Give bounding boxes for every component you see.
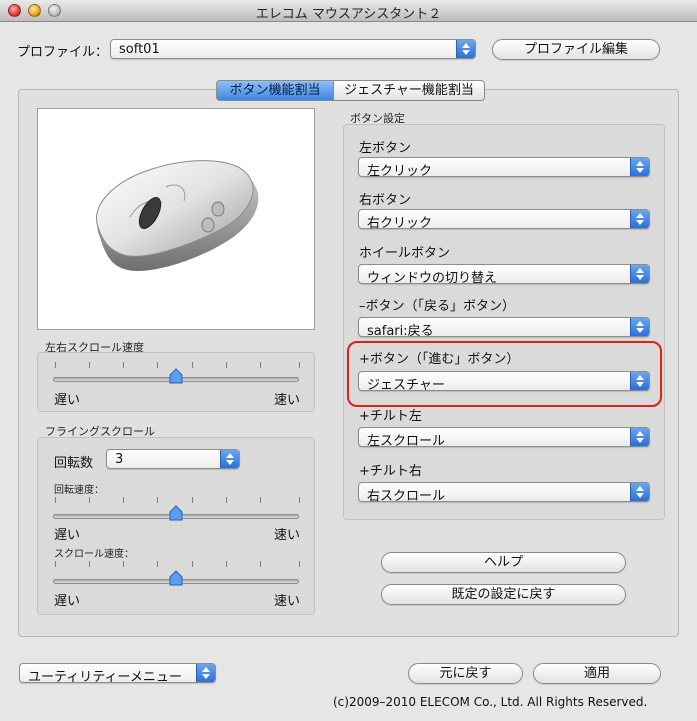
rotation-speed-fast-label: 速い <box>274 528 301 543</box>
utility-menu-select[interactable]: ユーティリティーメニュー <box>19 663 216 685</box>
select-arrows-icon <box>630 428 649 446</box>
restore-defaults-button[interactable]: 既定の設定に戻す <box>381 584 626 605</box>
tab-gesture-assignment[interactable]: ジェスチャー機能割当 <box>333 80 485 101</box>
back-button-value: safari:戻る <box>367 324 434 339</box>
rotation-select-value: 3 <box>115 452 124 467</box>
mouse-image-panel <box>37 108 315 330</box>
wheel-button-value: ウィンドウの切り替え <box>367 271 498 286</box>
scroll-speed-slow-label: 遅い <box>54 594 81 609</box>
window-title: エレコム マウスアシスタント２ <box>255 7 442 22</box>
horizontal-scroll-fast-label: 速い <box>274 393 301 408</box>
copyright-text: (c)2009–2010 ELECOM Co., Ltd. All Rights… <box>333 695 648 709</box>
scroll-speed-ticks <box>55 561 300 567</box>
select-arrows-icon <box>630 158 649 176</box>
tilt-left-select[interactable]: 左スクロール <box>358 427 650 449</box>
profile-edit-button[interactable]: プロファイル編集 <box>492 39 660 60</box>
revert-button[interactable]: 元に戻す <box>408 663 523 684</box>
tilt-right-select[interactable]: 右スクロール <box>358 482 650 504</box>
back-button-label: –ボタン（「戻る」ボタン） <box>359 299 516 314</box>
title-bar[interactable]: エレコム マウスアシスタント２ <box>0 0 697 22</box>
select-arrows-icon <box>456 40 475 58</box>
select-arrows-icon <box>630 210 649 228</box>
utility-menu-value: ユーティリティーメニュー <box>28 670 182 685</box>
right-button-value: 右クリック <box>367 216 433 231</box>
apply-button[interactable]: 適用 <box>533 663 661 684</box>
rotation-speed-slow-label: 遅い <box>54 528 81 543</box>
scroll-speed-thumb[interactable] <box>169 570 183 586</box>
select-arrows-icon <box>630 265 649 283</box>
back-button-select[interactable]: safari:戻る <box>358 317 650 339</box>
right-button-label: 右ボタン <box>359 193 412 208</box>
tilt-right-value: 右スクロール <box>367 489 446 504</box>
tilt-left-label: +チルト左 <box>359 409 422 424</box>
forward-button-highlight <box>347 341 662 407</box>
tilt-left-value: 左スクロール <box>367 434 446 449</box>
wheel-button-label: ホイールボタン <box>359 246 451 261</box>
scroll-speed-label: スクロール速度： <box>54 549 134 560</box>
profile-select-value: soft01 <box>119 42 160 57</box>
horizontal-scroll-thumb[interactable] <box>169 368 183 384</box>
rotation-speed-ticks <box>55 497 300 503</box>
select-arrows-icon <box>630 318 649 336</box>
rotation-select[interactable]: 3 <box>106 449 240 469</box>
scroll-speed-fast-label: 速い <box>274 594 301 609</box>
help-button[interactable]: ヘルプ <box>381 552 626 573</box>
wheel-button-select[interactable]: ウィンドウの切り替え <box>358 264 650 286</box>
rotation-speed-thumb[interactable] <box>169 505 183 521</box>
tab-button-assignment[interactable]: ボタン機能割当 <box>216 80 334 101</box>
select-arrows-icon <box>630 483 649 501</box>
left-button-label: 左ボタン <box>359 141 412 156</box>
profile-select[interactable]: soft01 <box>110 39 476 59</box>
right-button-select[interactable]: 右クリック <box>358 209 650 231</box>
rotation-label: 回転数 <box>54 456 94 471</box>
select-arrows-icon <box>196 664 215 682</box>
left-button-value: 左クリック <box>367 164 433 179</box>
select-arrows-icon <box>220 450 239 468</box>
mouse-illustration <box>96 160 259 271</box>
rotation-speed-label: 回転速度： <box>54 485 104 496</box>
tilt-right-label: +チルト右 <box>359 464 422 479</box>
left-button-select[interactable]: 左クリック <box>358 157 650 179</box>
profile-label: プロファイル： <box>17 45 109 60</box>
app-window: エレコム マウスアシスタント２ プロファイル： soft01 プロファイル編集 … <box>0 0 697 721</box>
horizontal-scroll-slow-label: 遅い <box>54 393 81 408</box>
